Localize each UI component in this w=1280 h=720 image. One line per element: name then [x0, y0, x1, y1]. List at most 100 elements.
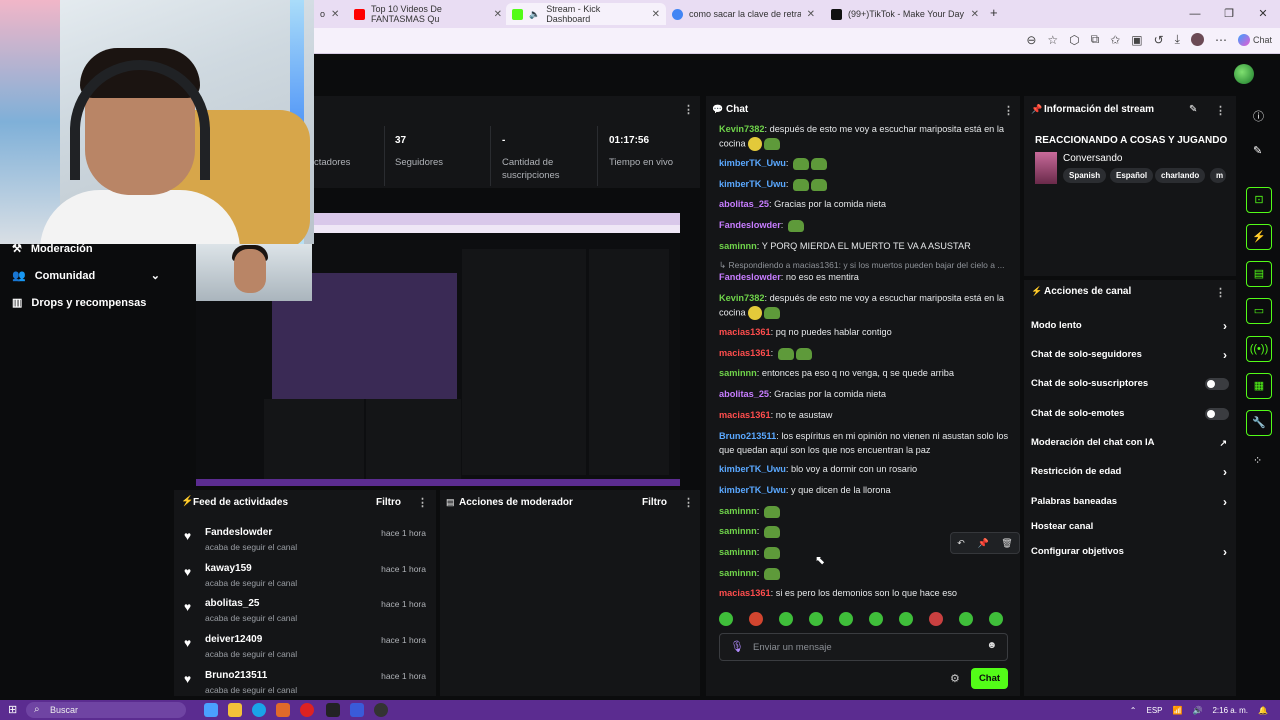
chat-message[interactable]: Kevin7382: después de esto me voy a escu… [719, 292, 1011, 320]
action-ai-moderation[interactable]: Moderación del chat con IA ↗ [1031, 434, 1229, 452]
chat-username[interactable]: saminnn [719, 526, 757, 536]
edge-icon[interactable] [252, 703, 266, 717]
chat-username[interactable]: saminnn [719, 506, 757, 516]
feed-username[interactable]: abolitas_25 [205, 598, 259, 609]
channel-actions-menu-icon[interactable]: ⋮ [1215, 286, 1226, 299]
toggle-switch[interactable] [1205, 378, 1229, 390]
rail-capture-button[interactable]: ⊡ [1246, 187, 1272, 213]
chevron-up-icon[interactable]: ⌃ [1130, 706, 1137, 715]
apps-icon[interactable]: ⁘ [1253, 454, 1262, 467]
rail-tools-button[interactable]: 🔧 [1246, 410, 1272, 436]
close-icon[interactable]: ✕ [652, 9, 660, 20]
feed-username[interactable]: deiver12409 [205, 634, 262, 645]
chat-username[interactable]: saminnn [719, 368, 757, 378]
split-icon[interactable]: ⧉ [1091, 32, 1100, 47]
rail-lightning-button[interactable]: ⚡ [1246, 224, 1272, 250]
chat-username[interactable]: abolitas_25 [719, 389, 769, 399]
close-icon[interactable]: ✕ [494, 9, 502, 20]
chat-username[interactable]: macias1361 [719, 348, 771, 358]
microphone-icon[interactable]: 🎙 [730, 640, 744, 653]
mod-filter-button[interactable]: Filtro [642, 497, 667, 508]
download-icon[interactable]: ⤓ [1175, 32, 1180, 47]
more-icon[interactable]: ⋯ [1215, 33, 1227, 47]
chat-message[interactable]: macias1361: pq no puedes hablar contigo [719, 326, 1011, 340]
rail-list-button[interactable]: ▤ [1246, 261, 1272, 287]
feed-username[interactable]: Bruno213511 [205, 670, 267, 681]
action-slow-mode[interactable]: Modo lento › [1031, 317, 1229, 335]
close-window-icon[interactable]: ✕ [1246, 0, 1280, 28]
emote-icon[interactable] [809, 612, 823, 626]
favorites-icon[interactable]: ✩ [1110, 33, 1120, 47]
chat-message[interactable]: saminnn: entonces pa eso q no venga, q s… [719, 367, 1011, 381]
action-set-goals[interactable]: Configurar objetivos › [1031, 543, 1229, 561]
chat-message[interactable]: saminnn: [719, 505, 1011, 519]
pin-icon[interactable]: 📌 [977, 538, 988, 549]
action-host-channel[interactable]: Hostear canal [1031, 518, 1229, 536]
clock[interactable]: 2:16 a. m. [1212, 706, 1248, 715]
copilot-button[interactable]: Chat [1237, 33, 1272, 46]
chat-message[interactable]: kimberTK_Uwu: [719, 178, 1011, 192]
chat-message[interactable]: macias1361: [719, 347, 1011, 361]
history-icon[interactable]: ↺ [1154, 33, 1164, 47]
info-icon[interactable]: ⓘ [1253, 108, 1264, 124]
emote-icon[interactable] [899, 612, 913, 626]
favorite-icon[interactable]: ☆ [1047, 33, 1058, 47]
chat-username[interactable]: kimberTK_Uwu [719, 179, 786, 189]
notification-icon[interactable]: 🔔 [1258, 706, 1268, 715]
chat-username[interactable]: macias1361 [719, 588, 771, 598]
chat-message[interactable]: abolitas_25: Gracias por la comida nieta [719, 198, 1011, 212]
tag[interactable]: Spanish [1063, 168, 1107, 183]
emote-icon[interactable] [869, 612, 883, 626]
extensions-icon[interactable]: ⬡ [1069, 33, 1079, 47]
chat-message[interactable]: macias1361: si es pero los demonios son … [719, 587, 1011, 601]
browser-tab-partial[interactable]: o ✕ [314, 3, 344, 25]
chat-username[interactable]: Kevin7382 [719, 124, 764, 134]
emote-icon[interactable] [779, 612, 793, 626]
chat-username[interactable]: abolitas_25 [719, 199, 769, 209]
profile-icon[interactable] [1190, 33, 1204, 46]
close-icon[interactable]: ✕ [807, 9, 815, 20]
chat-message[interactable]: Bruno213511: los espíritus en mi opinión… [719, 430, 1011, 457]
action-followers-only[interactable]: Chat de solo-seguidores › [1031, 346, 1229, 364]
chat-message[interactable]: abolitas_25: Gracias por la comida nieta [719, 388, 1011, 402]
obs-icon[interactable] [374, 703, 388, 717]
feed-username[interactable]: kaway159 [205, 563, 252, 574]
rail-layout-button[interactable]: ▦ [1246, 373, 1272, 399]
maximize-icon[interactable]: ❐ [1212, 0, 1246, 28]
rail-broadcast-button[interactable]: ((•)) [1246, 336, 1272, 362]
chat-username[interactable]: Fandeslowder [719, 220, 781, 230]
taskview-icon[interactable] [204, 703, 218, 717]
chat-message[interactable]: macias1361: no te asustaw [719, 409, 1011, 423]
chat-message[interactable]: kimberTK_Uwu: [719, 157, 1011, 171]
emote-icon[interactable] [839, 612, 853, 626]
browser-tab-tiktok[interactable]: (99+)TikTok - Make Your Day ✕ [825, 3, 985, 25]
tag[interactable]: m [1210, 168, 1226, 183]
wifi-icon[interactable]: 📶 [1173, 706, 1183, 715]
chat-username[interactable]: kimberTK_Uwu [719, 158, 786, 168]
chat-username[interactable]: macias1361 [719, 410, 771, 420]
feed-username[interactable]: Fandeslowder [205, 527, 272, 538]
action-age-restriction[interactable]: Restricción de edad › [1031, 463, 1229, 481]
close-icon[interactable]: ✕ [971, 9, 979, 20]
undo-icon[interactable]: ↶ [957, 538, 965, 549]
emote-icon[interactable] [989, 612, 1003, 626]
chat-menu-icon[interactable]: ⋮ [1003, 104, 1014, 117]
chat-username[interactable]: kimberTK_Uwu [719, 485, 786, 495]
browser-tab-search[interactable]: como sacar la clave de retransmisi ✕ [666, 3, 821, 25]
nav-drops[interactable]: ▥ Drops y recompensas [12, 296, 146, 310]
app-icon[interactable] [276, 703, 290, 717]
tag[interactable]: Español [1110, 168, 1154, 183]
windows-start-icon[interactable]: ⊞ [8, 703, 17, 716]
chat-message[interactable]: kimberTK_Uwu: blo voy a dormir con un ro… [719, 463, 1011, 477]
chat-username[interactable]: saminnn [719, 547, 757, 557]
file-explorer-icon[interactable] [228, 703, 242, 717]
toggle-switch[interactable] [1205, 408, 1229, 420]
chat-input[interactable]: 🎙 Enviar un mensaje ☻ [719, 633, 1008, 661]
browser-tab-kick[interactable]: 🔈 Stream - Kick Dashboard ✕ [506, 3, 666, 25]
taskbar-search[interactable]: ⌕ Buscar [26, 702, 186, 718]
stream-info-menu-icon[interactable]: ⋮ [1215, 104, 1226, 117]
minimize-icon[interactable]: — [1178, 0, 1212, 28]
chat-message[interactable]: kimberTK_Uwu: y que dicen de la llorona [719, 484, 1011, 498]
chat-username[interactable]: Kevin7382 [719, 293, 764, 303]
emoji-icon[interactable]: ☻ [986, 640, 997, 651]
